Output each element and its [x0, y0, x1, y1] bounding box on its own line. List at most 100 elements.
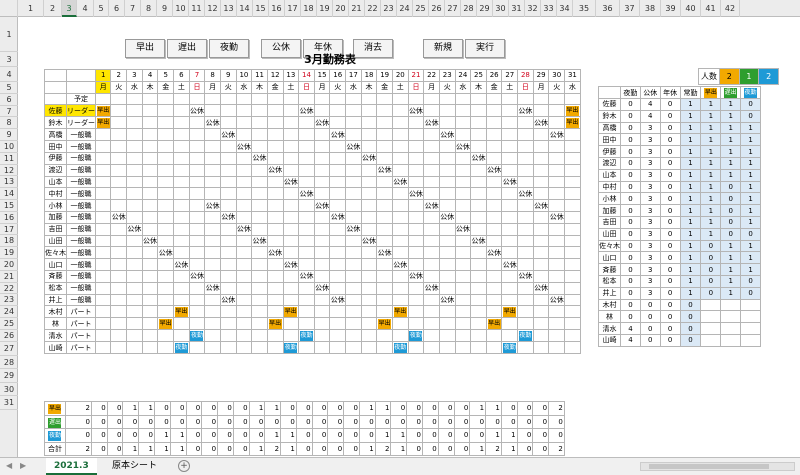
shift-cell[interactable]	[282, 140, 300, 153]
tally-value[interactable]: 0	[106, 414, 124, 429]
day-off-mark[interactable]: 公休	[517, 187, 534, 201]
shift-cell[interactable]	[532, 175, 550, 189]
summary-value[interactable]	[740, 298, 761, 312]
tally-value[interactable]: 0	[437, 428, 455, 443]
summary-name[interactable]: 中村	[598, 180, 621, 194]
shift-cell[interactable]: 早出	[564, 116, 581, 130]
shift-cell[interactable]	[141, 281, 159, 295]
shift-cell[interactable]	[548, 281, 566, 295]
shift-cell[interactable]: 夜勤	[298, 329, 315, 343]
shift-cell[interactable]	[298, 341, 315, 355]
day-number[interactable]: 27	[501, 69, 519, 82]
shift-cell[interactable]: 夜勤	[517, 329, 534, 343]
shift-cell[interactable]	[517, 305, 534, 319]
shift-cell[interactable]	[548, 116, 566, 130]
shift-cell[interactable]	[376, 258, 393, 271]
blank-cell[interactable]	[470, 92, 487, 106]
shift-cell[interactable]	[313, 258, 331, 271]
shift-cell[interactable]	[391, 116, 409, 130]
shift-cell[interactable]	[423, 151, 440, 165]
weekday[interactable]: 木	[251, 80, 268, 94]
shift-cell[interactable]	[235, 187, 253, 201]
shift-cell[interactable]	[329, 151, 347, 165]
tally-value[interactable]: 0	[358, 414, 376, 429]
column-header[interactable]: 26	[429, 0, 445, 17]
tally-value[interactable]: 1	[169, 441, 187, 456]
staff-name[interactable]: 中村	[44, 187, 67, 201]
shift-cell[interactable]	[548, 341, 566, 355]
shift-cell[interactable]	[157, 210, 175, 224]
summary-value[interactable]: 3	[639, 121, 661, 135]
shift-cell[interactable]	[110, 258, 128, 271]
tally-value[interactable]: 1	[280, 428, 297, 443]
day-number[interactable]: 21	[407, 69, 425, 82]
shift-cell[interactable]	[485, 104, 503, 118]
shift-cell[interactable]	[485, 128, 503, 142]
summary-name[interactable]: 小林	[598, 192, 621, 206]
column-header[interactable]: 7	[125, 0, 141, 17]
shift-cell[interactable]	[548, 329, 566, 343]
summary-value[interactable]: 0	[679, 310, 702, 324]
shift-cell[interactable]	[423, 329, 440, 343]
column-header[interactable]: 39	[661, 0, 681, 17]
shift-cell[interactable]	[94, 151, 112, 165]
shift-cell[interactable]	[517, 246, 534, 260]
shift-cell[interactable]	[376, 341, 393, 355]
shift-cell[interactable]	[157, 128, 175, 142]
day-off-mark[interactable]: 公休	[266, 246, 284, 260]
shift-cell[interactable]	[485, 140, 503, 153]
shift-cell[interactable]	[157, 222, 175, 236]
shift-cell[interactable]	[454, 104, 472, 118]
shift-cell[interactable]	[329, 305, 347, 319]
summary-value[interactable]: 1	[679, 274, 702, 288]
shift-cell[interactable]	[235, 341, 253, 355]
shift-cell[interactable]	[391, 199, 409, 212]
shift-cell[interactable]: 早出	[564, 104, 581, 118]
column-header[interactable]: 30	[493, 0, 509, 17]
shift-cell[interactable]	[266, 187, 284, 201]
shift-cell[interactable]: 早出	[391, 305, 409, 319]
blank-cell[interactable]	[532, 92, 550, 106]
day-number[interactable]: 25	[470, 69, 487, 82]
tally-value[interactable]: 0	[311, 441, 329, 456]
shift-cell[interactable]	[126, 246, 143, 260]
day-off-mark[interactable]: 公休	[313, 281, 331, 295]
tally-value[interactable]: 0	[295, 441, 313, 456]
shift-cell[interactable]	[313, 151, 331, 165]
shift-cell[interactable]	[126, 269, 143, 283]
summary-value[interactable]: 1	[679, 145, 702, 158]
column-header[interactable]: 9	[157, 0, 173, 17]
shift-cell[interactable]	[517, 175, 534, 189]
tally-value[interactable]: 1	[485, 401, 502, 416]
shift-cell[interactable]	[126, 258, 143, 271]
summary-value[interactable]: 3	[639, 156, 661, 170]
row-header[interactable]: 19	[0, 247, 18, 259]
shift-cell[interactable]	[564, 128, 581, 142]
day-off-mark[interactable]: 公休	[204, 116, 221, 130]
tally-value[interactable]: 0	[469, 414, 487, 429]
shift-cell[interactable]	[313, 317, 331, 331]
plan-label[interactable]: 予定	[66, 92, 96, 106]
staff-role[interactable]: 一般職	[66, 187, 96, 201]
day-off-mark[interactable]: 公休	[548, 128, 566, 142]
tally-value[interactable]: 0	[185, 428, 203, 443]
staff-name[interactable]: 松本	[44, 281, 67, 295]
summary-value[interactable]: 1	[679, 180, 702, 194]
shift-cell[interactable]	[94, 140, 112, 153]
day-off-mark[interactable]: 公休	[548, 293, 566, 307]
shift-cell[interactable]: 夜勤	[188, 329, 206, 343]
shift-cell[interactable]	[548, 199, 566, 212]
shift-cell[interactable]	[173, 187, 190, 201]
tally-value[interactable]: 0	[90, 441, 108, 456]
shift-cell[interactable]	[391, 104, 409, 118]
staff-role[interactable]: 一般職	[66, 175, 96, 189]
summary-value[interactable]: 0	[700, 263, 722, 276]
row-header[interactable]: 22	[0, 283, 18, 295]
summary-name[interactable]: 山口	[598, 251, 621, 265]
shift-cell[interactable]	[157, 293, 175, 307]
tally-value[interactable]: 0	[500, 414, 518, 429]
day-number[interactable]: 23	[438, 69, 456, 82]
shift-cell[interactable]	[251, 293, 268, 307]
shift-cell[interactable]	[391, 281, 409, 295]
shift-cell[interactable]	[329, 140, 347, 153]
